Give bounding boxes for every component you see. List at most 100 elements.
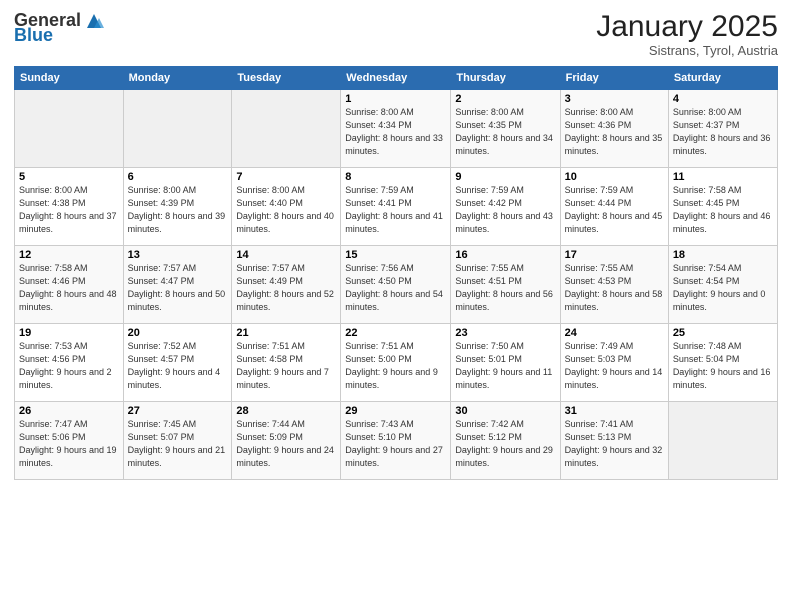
- day-info: Sunrise: 7:54 AMSunset: 4:54 PMDaylight:…: [673, 262, 773, 314]
- calendar: Sunday Monday Tuesday Wednesday Thursday…: [14, 66, 778, 480]
- day-info: Sunrise: 7:56 AMSunset: 4:50 PMDaylight:…: [345, 262, 446, 314]
- day-info: Sunrise: 8:00 AMSunset: 4:35 PMDaylight:…: [455, 106, 555, 158]
- week-row-5: 26Sunrise: 7:47 AMSunset: 5:06 PMDayligh…: [15, 402, 778, 480]
- day-cell: [232, 90, 341, 168]
- day-number: 1: [345, 93, 446, 105]
- day-number: 31: [565, 405, 664, 417]
- day-cell: 7Sunrise: 8:00 AMSunset: 4:40 PMDaylight…: [232, 168, 341, 246]
- day-number: 25: [673, 327, 773, 339]
- day-info: Sunrise: 7:52 AMSunset: 4:57 PMDaylight:…: [128, 340, 228, 392]
- day-info: Sunrise: 7:51 AMSunset: 5:00 PMDaylight:…: [345, 340, 446, 392]
- day-number: 13: [128, 249, 228, 261]
- day-cell: 21Sunrise: 7:51 AMSunset: 4:58 PMDayligh…: [232, 324, 341, 402]
- logo: General Blue: [14, 10, 105, 44]
- day-number: 9: [455, 171, 555, 183]
- day-cell: 22Sunrise: 7:51 AMSunset: 5:00 PMDayligh…: [341, 324, 451, 402]
- day-number: 24: [565, 327, 664, 339]
- day-info: Sunrise: 8:00 AMSunset: 4:39 PMDaylight:…: [128, 184, 228, 236]
- day-cell: 13Sunrise: 7:57 AMSunset: 4:47 PMDayligh…: [123, 246, 232, 324]
- page: General Blue January 2025 Sistrans, Tyro…: [0, 0, 792, 612]
- calendar-body: 1Sunrise: 8:00 AMSunset: 4:34 PMDaylight…: [15, 90, 778, 480]
- day-number: 20: [128, 327, 228, 339]
- day-info: Sunrise: 7:43 AMSunset: 5:10 PMDaylight:…: [345, 418, 446, 470]
- calendar-header: Sunday Monday Tuesday Wednesday Thursday…: [15, 67, 778, 90]
- day-number: 29: [345, 405, 446, 417]
- week-row-1: 1Sunrise: 8:00 AMSunset: 4:34 PMDaylight…: [15, 90, 778, 168]
- day-info: Sunrise: 7:49 AMSunset: 5:03 PMDaylight:…: [565, 340, 664, 392]
- day-cell: 10Sunrise: 7:59 AMSunset: 4:44 PMDayligh…: [560, 168, 668, 246]
- day-cell: 1Sunrise: 8:00 AMSunset: 4:34 PMDaylight…: [341, 90, 451, 168]
- col-wednesday: Wednesday: [341, 67, 451, 90]
- day-cell: 8Sunrise: 7:59 AMSunset: 4:41 PMDaylight…: [341, 168, 451, 246]
- day-info: Sunrise: 7:59 AMSunset: 4:42 PMDaylight:…: [455, 184, 555, 236]
- day-cell: 20Sunrise: 7:52 AMSunset: 4:57 PMDayligh…: [123, 324, 232, 402]
- day-number: 23: [455, 327, 555, 339]
- day-info: Sunrise: 8:00 AMSunset: 4:34 PMDaylight:…: [345, 106, 446, 158]
- day-cell: 31Sunrise: 7:41 AMSunset: 5:13 PMDayligh…: [560, 402, 668, 480]
- col-saturday: Saturday: [668, 67, 777, 90]
- day-cell: [15, 90, 124, 168]
- col-friday: Friday: [560, 67, 668, 90]
- day-number: 30: [455, 405, 555, 417]
- day-info: Sunrise: 7:57 AMSunset: 4:47 PMDaylight:…: [128, 262, 228, 314]
- header-row: Sunday Monday Tuesday Wednesday Thursday…: [15, 67, 778, 90]
- logo-icon: [83, 10, 105, 32]
- week-row-4: 19Sunrise: 7:53 AMSunset: 4:56 PMDayligh…: [15, 324, 778, 402]
- week-row-3: 12Sunrise: 7:58 AMSunset: 4:46 PMDayligh…: [15, 246, 778, 324]
- col-sunday: Sunday: [15, 67, 124, 90]
- day-info: Sunrise: 7:59 AMSunset: 4:41 PMDaylight:…: [345, 184, 446, 236]
- day-info: Sunrise: 7:57 AMSunset: 4:49 PMDaylight:…: [236, 262, 336, 314]
- day-cell: 4Sunrise: 8:00 AMSunset: 4:37 PMDaylight…: [668, 90, 777, 168]
- day-cell: 19Sunrise: 7:53 AMSunset: 4:56 PMDayligh…: [15, 324, 124, 402]
- day-info: Sunrise: 7:41 AMSunset: 5:13 PMDaylight:…: [565, 418, 664, 470]
- day-number: 8: [345, 171, 446, 183]
- day-number: 10: [565, 171, 664, 183]
- day-cell: 12Sunrise: 7:58 AMSunset: 4:46 PMDayligh…: [15, 246, 124, 324]
- day-number: 19: [19, 327, 119, 339]
- day-info: Sunrise: 8:00 AMSunset: 4:37 PMDaylight:…: [673, 106, 773, 158]
- day-number: 16: [455, 249, 555, 261]
- day-number: 3: [565, 93, 664, 105]
- day-cell: 28Sunrise: 7:44 AMSunset: 5:09 PMDayligh…: [232, 402, 341, 480]
- day-cell: 26Sunrise: 7:47 AMSunset: 5:06 PMDayligh…: [15, 402, 124, 480]
- day-number: 4: [673, 93, 773, 105]
- day-cell: 15Sunrise: 7:56 AMSunset: 4:50 PMDayligh…: [341, 246, 451, 324]
- day-number: 18: [673, 249, 773, 261]
- day-info: Sunrise: 7:42 AMSunset: 5:12 PMDaylight:…: [455, 418, 555, 470]
- day-info: Sunrise: 7:50 AMSunset: 5:01 PMDaylight:…: [455, 340, 555, 392]
- logo-blue-text: Blue: [14, 26, 53, 44]
- day-number: 15: [345, 249, 446, 261]
- day-number: 26: [19, 405, 119, 417]
- day-cell: [668, 402, 777, 480]
- day-info: Sunrise: 7:58 AMSunset: 4:46 PMDaylight:…: [19, 262, 119, 314]
- day-info: Sunrise: 7:44 AMSunset: 5:09 PMDaylight:…: [236, 418, 336, 470]
- location: Sistrans, Tyrol, Austria: [596, 43, 778, 58]
- day-number: 27: [128, 405, 228, 417]
- day-info: Sunrise: 7:55 AMSunset: 4:51 PMDaylight:…: [455, 262, 555, 314]
- day-number: 14: [236, 249, 336, 261]
- day-info: Sunrise: 8:00 AMSunset: 4:36 PMDaylight:…: [565, 106, 664, 158]
- col-tuesday: Tuesday: [232, 67, 341, 90]
- day-number: 17: [565, 249, 664, 261]
- day-number: 21: [236, 327, 336, 339]
- day-number: 6: [128, 171, 228, 183]
- day-number: 11: [673, 171, 773, 183]
- day-cell: 17Sunrise: 7:55 AMSunset: 4:53 PMDayligh…: [560, 246, 668, 324]
- day-cell: 5Sunrise: 8:00 AMSunset: 4:38 PMDaylight…: [15, 168, 124, 246]
- day-cell: 18Sunrise: 7:54 AMSunset: 4:54 PMDayligh…: [668, 246, 777, 324]
- day-number: 28: [236, 405, 336, 417]
- day-cell: 16Sunrise: 7:55 AMSunset: 4:51 PMDayligh…: [451, 246, 560, 324]
- day-info: Sunrise: 7:51 AMSunset: 4:58 PMDaylight:…: [236, 340, 336, 392]
- day-number: 12: [19, 249, 119, 261]
- day-cell: 29Sunrise: 7:43 AMSunset: 5:10 PMDayligh…: [341, 402, 451, 480]
- day-info: Sunrise: 8:00 AMSunset: 4:38 PMDaylight:…: [19, 184, 119, 236]
- day-cell: 30Sunrise: 7:42 AMSunset: 5:12 PMDayligh…: [451, 402, 560, 480]
- day-info: Sunrise: 7:53 AMSunset: 4:56 PMDaylight:…: [19, 340, 119, 392]
- day-cell: 24Sunrise: 7:49 AMSunset: 5:03 PMDayligh…: [560, 324, 668, 402]
- day-info: Sunrise: 7:58 AMSunset: 4:45 PMDaylight:…: [673, 184, 773, 236]
- day-cell: 3Sunrise: 8:00 AMSunset: 4:36 PMDaylight…: [560, 90, 668, 168]
- day-info: Sunrise: 7:48 AMSunset: 5:04 PMDaylight:…: [673, 340, 773, 392]
- day-cell: 14Sunrise: 7:57 AMSunset: 4:49 PMDayligh…: [232, 246, 341, 324]
- title-block: January 2025 Sistrans, Tyrol, Austria: [596, 10, 778, 58]
- day-number: 2: [455, 93, 555, 105]
